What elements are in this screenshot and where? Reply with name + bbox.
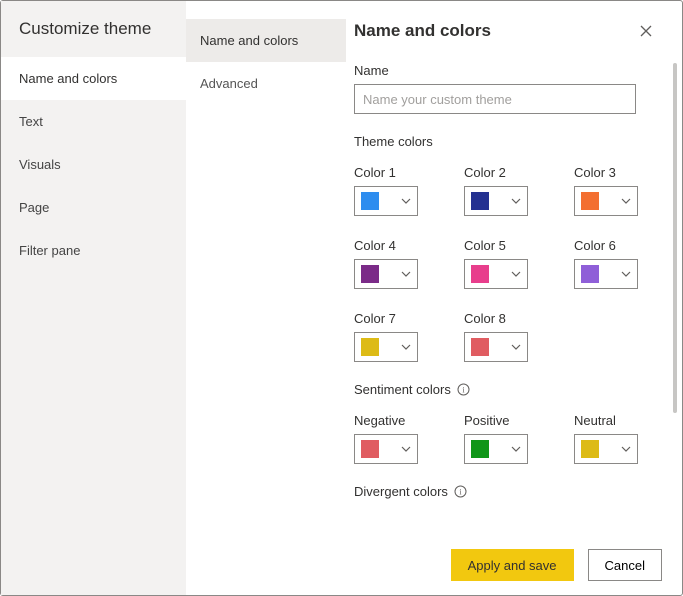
theme-colors-label: Theme colors [354, 134, 654, 149]
color-swatch [361, 338, 379, 356]
sentiment-color-grid: NegativePositiveNeutral [354, 405, 654, 464]
theme-color-label: Color 3 [574, 165, 664, 180]
theme-color-cell: Color 4 [354, 230, 444, 289]
theme-color-picker[interactable] [574, 186, 638, 216]
chevron-down-icon [511, 342, 521, 352]
theme-color-cell: Color 6 [574, 230, 664, 289]
chevron-down-icon [621, 444, 631, 454]
content-header: Name and colors [346, 1, 682, 51]
color-swatch [581, 192, 599, 210]
chevron-down-icon [511, 444, 521, 454]
info-icon[interactable]: i [457, 383, 471, 397]
theme-color-cell: Color 7 [354, 303, 444, 362]
dialog-footer: Apply and save Cancel [451, 549, 662, 581]
theme-color-cell: Color 8 [464, 303, 554, 362]
name-label: Name [354, 63, 654, 78]
theme-color-picker[interactable] [574, 259, 638, 289]
chevron-down-icon [401, 342, 411, 352]
cancel-button[interactable]: Cancel [588, 549, 662, 581]
chevron-down-icon [401, 269, 411, 279]
tab-name-and-colors[interactable]: Name and colors [186, 19, 346, 62]
theme-color-picker[interactable] [464, 186, 528, 216]
tab-advanced[interactable]: Advanced [186, 62, 346, 105]
divergent-colors-label: Divergent colors i [354, 484, 654, 499]
chevron-down-icon [511, 269, 521, 279]
sentiment-color-label: Negative [354, 413, 444, 428]
theme-color-grid: Color 1Color 2Color 3Color 4Color 5Color… [354, 157, 654, 362]
sentiment-color-cell: Neutral [574, 405, 664, 464]
color-swatch [361, 265, 379, 283]
chevron-down-icon [511, 196, 521, 206]
theme-color-label: Color 8 [464, 311, 554, 326]
theme-color-label: Color 5 [464, 238, 554, 253]
color-swatch [581, 440, 599, 458]
theme-color-picker[interactable] [464, 259, 528, 289]
chevron-down-icon [621, 196, 631, 206]
theme-color-picker[interactable] [354, 259, 418, 289]
color-swatch [471, 440, 489, 458]
color-swatch [361, 192, 379, 210]
divergent-colors-text: Divergent colors [354, 484, 448, 499]
sidebar-item-page[interactable]: Page [1, 186, 186, 229]
content-title: Name and colors [354, 21, 634, 41]
close-icon [640, 25, 652, 37]
close-button[interactable] [634, 19, 658, 43]
scrollbar[interactable] [673, 63, 677, 413]
chevron-down-icon [621, 269, 631, 279]
theme-color-cell: Color 2 [464, 157, 554, 216]
sidebar-item-filter-pane[interactable]: Filter pane [1, 229, 186, 272]
svg-text:i: i [460, 488, 463, 497]
dialog-title: Customize theme [1, 1, 186, 57]
theme-name-input[interactable] [354, 84, 636, 114]
sidebar-item-text[interactable]: Text [1, 100, 186, 143]
sentiment-colors-label: Sentiment colors i [354, 382, 654, 397]
theme-color-label: Color 4 [354, 238, 444, 253]
color-swatch [581, 265, 599, 283]
apply-and-save-button[interactable]: Apply and save [451, 549, 574, 581]
theme-color-cell: Color 5 [464, 230, 554, 289]
sidebar-item-name-and-colors[interactable]: Name and colors [1, 57, 186, 100]
theme-color-picker[interactable] [354, 332, 418, 362]
sentiment-color-picker[interactable] [354, 434, 418, 464]
sentiment-color-picker[interactable] [574, 434, 638, 464]
color-swatch [471, 338, 489, 356]
theme-color-cell: Color 3 [574, 157, 664, 216]
theme-color-cell: Color 1 [354, 157, 444, 216]
content-pane: Name and colors Name Theme colors Color … [346, 1, 682, 595]
color-swatch [361, 440, 379, 458]
sentiment-color-label: Neutral [574, 413, 664, 428]
color-swatch [471, 192, 489, 210]
color-swatch [471, 265, 489, 283]
sentiment-color-picker[interactable] [464, 434, 528, 464]
sentiment-color-cell: Negative [354, 405, 444, 464]
customize-theme-dialog: Customize theme Name and colors Text Vis… [0, 0, 683, 596]
svg-text:i: i [463, 386, 466, 395]
theme-color-picker[interactable] [464, 332, 528, 362]
sidebar-left: Customize theme Name and colors Text Vis… [1, 1, 186, 595]
info-icon[interactable]: i [454, 485, 468, 499]
theme-color-label: Color 6 [574, 238, 664, 253]
content-scroll: Name Theme colors Color 1 Color 2 Color 3 C… [346, 51, 682, 595]
chevron-down-icon [401, 196, 411, 206]
theme-color-label: Color 1 [354, 165, 444, 180]
sentiment-color-label: Positive [464, 413, 554, 428]
theme-color-picker[interactable] [354, 186, 418, 216]
theme-color-label: Color 7 [354, 311, 444, 326]
sentiment-colors-text: Sentiment colors [354, 382, 451, 397]
chevron-down-icon [401, 444, 411, 454]
sentiment-color-cell: Positive [464, 405, 554, 464]
sub-nav: Name and colors Advanced [186, 1, 346, 595]
sidebar-item-visuals[interactable]: Visuals [1, 143, 186, 186]
theme-color-label: Color 2 [464, 165, 554, 180]
